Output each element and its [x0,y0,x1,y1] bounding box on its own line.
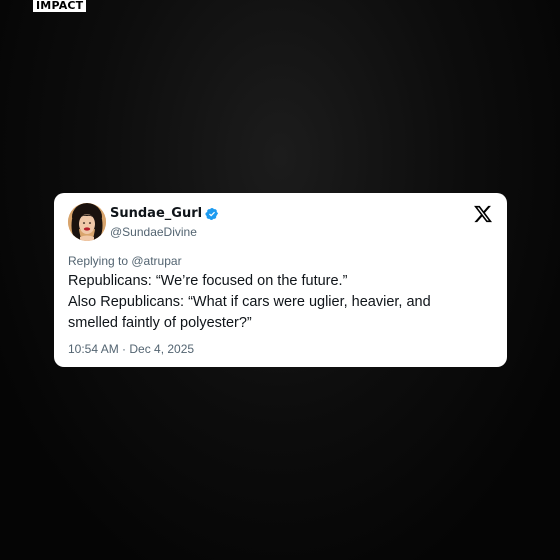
display-name[interactable]: Sundae_Gurl [110,206,219,221]
x-logo-icon[interactable] [473,204,493,224]
tweet-timestamp[interactable]: 10:54 AM · Dec 4, 2025 [68,342,194,356]
avatar-image [68,203,106,241]
display-name-text: Sundae_Gurl [110,206,203,221]
user-handle[interactable]: @SundaeDivine [110,225,197,239]
tweet-line: Also Republicans: “What if cars were ugl… [68,294,431,310]
tweet-line: Republicans: “We’re focused on the futur… [68,273,348,289]
avatar[interactable] [68,203,106,241]
impact-logo: IMPACT [33,0,87,12]
tweet-line: smelled faintly of polyester?” [68,315,252,331]
replying-to-label: Replying to @atrupar [68,254,182,268]
tweet-card: Sundae_Gurl @SundaeDivine Replying to @a… [54,193,507,367]
verified-badge-icon [205,207,219,220]
tweet-body: Republicans: “We’re focused on the futur… [68,271,493,334]
